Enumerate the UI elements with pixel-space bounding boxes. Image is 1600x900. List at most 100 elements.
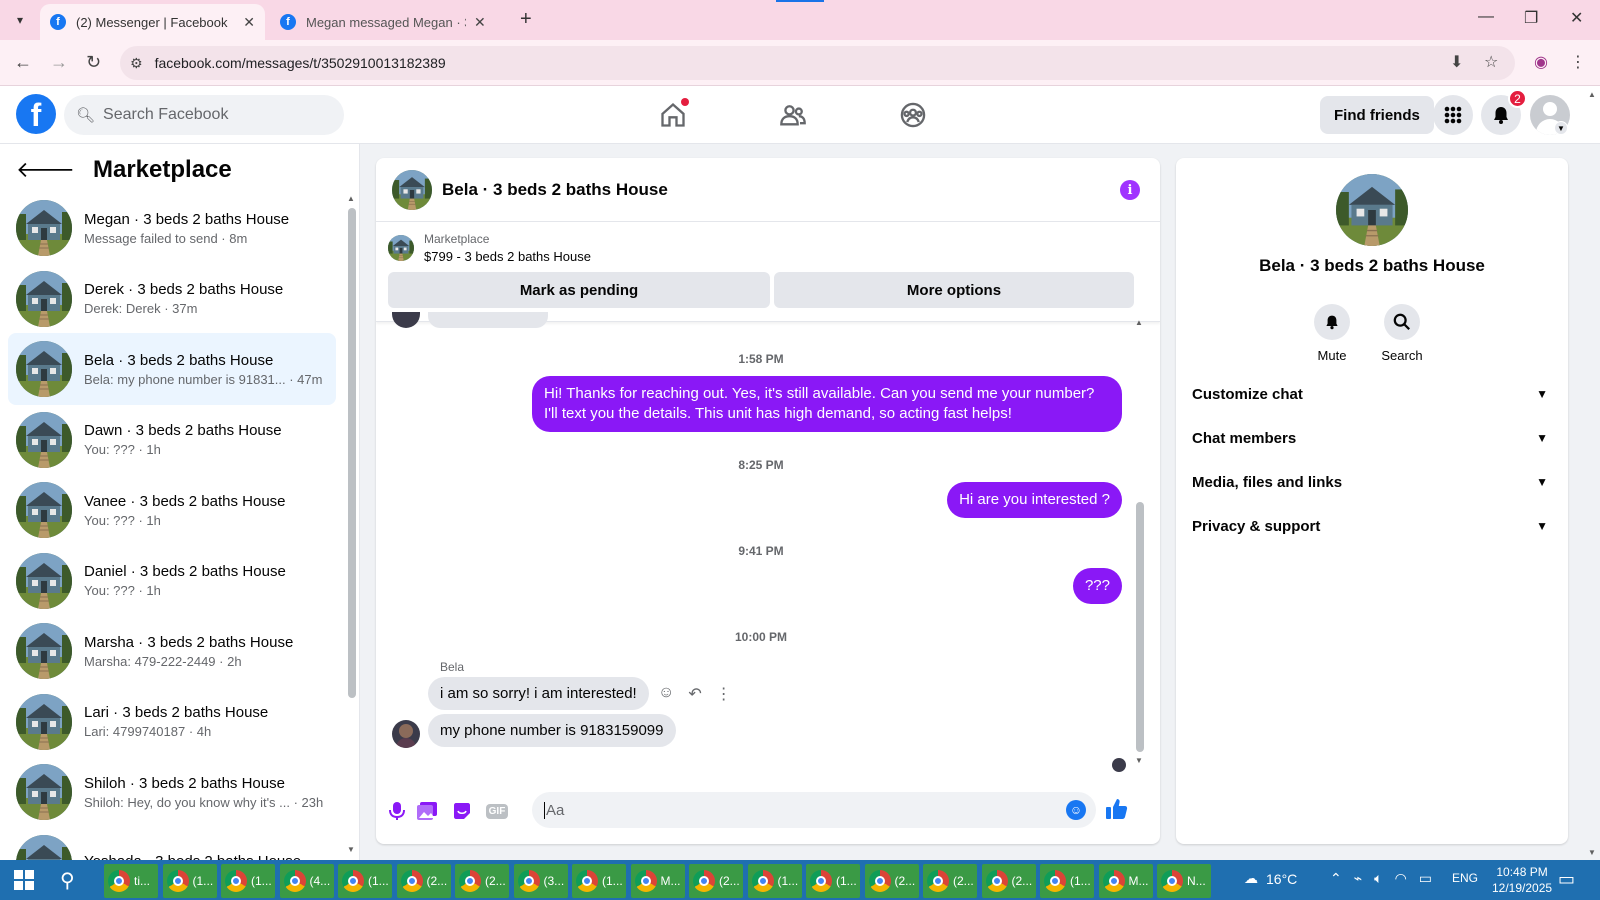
menu-grid-icon[interactable] [1433,95,1473,135]
outgoing-message[interactable]: Hi are you interested ? [947,482,1122,518]
taskbar-chrome-window[interactable]: (2... [864,864,919,898]
more-icon[interactable]: ⋮ [716,684,732,704]
browser-tab-messenger[interactable]: f (2) Messenger | Facebook ✕ [40,4,265,40]
taskbar-chrome-window[interactable]: (4... [279,864,334,898]
tab-search-chevron-icon[interactable]: ▾ [8,8,32,32]
thumbs-up-icon[interactable] [1106,798,1128,826]
wifi-icon[interactable]: ◠ [1395,870,1407,887]
taskbar-chrome-window[interactable]: M... [1098,864,1153,898]
conversation-item[interactable]: Marsha · 3 beds 2 baths House Marsha: 479… [8,615,336,687]
conversation-item[interactable]: Vanee · 3 beds 2 baths House You: ??? · 1… [8,474,336,546]
notifications-bell-icon[interactable]: 2 [1481,89,1527,135]
install-app-icon[interactable]: ⬇ [1450,52,1463,72]
sidebar-scroll-up-icon[interactable]: ▲ [347,194,355,203]
search-in-chat-button[interactable]: Search [1372,304,1432,363]
profile-icon[interactable]: ◉ [1534,52,1548,72]
incoming-message[interactable]: my phone number is 9183159099 [428,714,676,747]
chat-avatar[interactable] [392,169,432,210]
friends-nav-icon[interactable] [775,98,811,132]
react-emoji-icon[interactable]: ☺ [658,684,674,704]
restore-icon[interactable]: ❐ [1524,8,1538,28]
privacy-support-row[interactable]: Privacy & support ▼ [1192,504,1552,548]
conversation-item[interactable]: Yoshada · 3 beds 2 baths House [8,827,336,860]
taskbar-chrome-window[interactable]: (1... [221,864,275,898]
taskbar-chrome-window[interactable]: M... [630,864,685,898]
chat-members-row[interactable]: Chat members ▼ [1192,416,1552,460]
more-options-button[interactable]: More options [774,272,1134,308]
back-icon[interactable]: ← [14,52,32,73]
microphone-icon[interactable] [386,800,408,822]
taskbar-search-icon[interactable]: ⚲ [60,868,75,893]
facebook-logo[interactable]: f [16,94,56,134]
weather-widget[interactable]: ☁ 16°C [1244,870,1297,887]
chat-scroll-up-icon[interactable]: ▲ [1135,318,1143,327]
outgoing-message[interactable]: Hi! Thanks for reaching out. Yes, it's s… [532,376,1122,432]
chat-scroll-down-icon[interactable]: ▼ [1135,756,1143,765]
mark-as-pending-button[interactable]: Mark as pending [388,272,770,308]
minimize-icon[interactable]: — [1478,8,1494,26]
home-nav-icon[interactable] [655,98,691,132]
taskbar-chrome-window[interactable]: ti... [104,864,158,898]
notification-center-icon[interactable]: ▭ [1558,869,1575,890]
chat-scrollbar[interactable] [1136,502,1144,752]
gif-icon[interactable]: GIF [484,800,510,822]
site-info-icon[interactable]: ⚙ [130,55,143,72]
conversation-item[interactable]: Dawn · 3 beds 2 baths House You: ??? · 1h [8,404,336,476]
info-icon[interactable]: i [1120,180,1140,200]
browser-tab-megan[interactable]: f Megan messaged Megan · 3 be ✕ [270,4,500,40]
chevron-down-icon[interactable]: ▼ [1554,121,1568,135]
taskbar-chrome-window[interactable]: (2... [981,864,1036,898]
windows-start-icon[interactable] [14,870,34,890]
new-tab-button[interactable]: + [520,8,532,31]
taskbar-chrome-window[interactable]: (2... [455,864,509,898]
menu-kebab-icon[interactable]: ⋮ [1570,52,1586,72]
find-friends-button[interactable]: Find friends [1320,96,1434,134]
language-indicator[interactable]: ENG [1452,871,1478,885]
network-icon[interactable]: ⌁ [1354,870,1362,887]
close-window-icon[interactable]: ✕ [1570,8,1583,28]
outgoing-message[interactable]: ??? [1072,568,1122,604]
facebook-search-input[interactable]: 🔍︎ Search Facebook [64,95,344,135]
taskbar-chrome-window[interactable]: (1... [572,864,626,898]
taskbar-chrome-window[interactable]: (3... [513,864,568,898]
omnibox[interactable]: ⚙ facebook.com/messages/t/35029100131823… [120,46,1515,80]
listing-summary[interactable]: Marketplace $799 - 3 beds 2 baths House [388,232,591,264]
forward-icon[interactable]: → [50,52,68,73]
taskbar-chrome-window[interactable]: (1... [162,864,217,898]
taskbar-chrome-window[interactable]: (1... [806,864,860,898]
page-scroll-up-icon[interactable]: ▲ [1588,90,1596,99]
bookmark-star-icon[interactable]: ☆ [1484,52,1498,72]
chat-title[interactable]: Bela · 3 beds 2 baths House [442,180,668,200]
reload-icon[interactable]: ↻ [86,52,101,73]
conversation-item[interactable]: Lari · 3 beds 2 baths House Lari: 4799740… [8,686,336,758]
taskbar-chrome-window[interactable]: (1... [1040,864,1094,898]
conversation-item[interactable]: Derek · 3 beds 2 baths House Derek: Derek… [8,263,336,335]
photo-icon[interactable] [416,800,438,822]
conversation-item[interactable]: Daniel · 3 beds 2 baths House You: ??? · … [8,545,336,617]
reply-icon[interactable]: ↶ [688,684,701,704]
url-text[interactable]: facebook.com/messages/t/3502910013182389 [155,55,446,71]
media-files-links-row[interactable]: Media, files and links ▼ [1192,460,1552,504]
taskbar-chrome-window[interactable]: N... [1157,864,1211,898]
back-arrow-icon[interactable]: 🡐 [16,157,75,183]
conversation-item[interactable]: Megan · 3 beds 2 baths House Message fail… [8,192,336,264]
battery-icon[interactable]: ▭ [1419,870,1432,887]
mute-button[interactable]: Mute [1302,304,1362,363]
sidebar-scroll-down-icon[interactable]: ▼ [347,845,355,854]
incoming-message[interactable]: i am so sorry! i am interested! [428,677,649,710]
conversation-item[interactable]: Bela · 3 beds 2 baths House Bela: my phon… [8,333,336,405]
sticker-icon[interactable] [451,800,473,822]
taskbar-chrome-window[interactable]: (2... [689,864,743,898]
volume-icon[interactable]: 🔈︎ [1374,870,1382,887]
message-input[interactable]: Aa ☺ [532,792,1096,828]
taskbar-chrome-window[interactable]: (1... [338,864,392,898]
close-tab-icon[interactable]: ✕ [243,14,255,31]
peer-avatar[interactable] [392,720,420,748]
emoji-icon[interactable]: ☺ [1066,800,1086,820]
taskbar-chrome-window[interactable]: (2... [396,864,451,898]
groups-nav-icon[interactable] [895,98,931,132]
conversation-item[interactable]: Shiloh · 3 beds 2 baths House Shiloh: Hey… [8,756,336,828]
clock[interactable]: 10:48 PM 12/19/2025 [1492,864,1552,896]
taskbar-chrome-window[interactable]: (2... [923,864,977,898]
page-scroll-down-icon[interactable]: ▼ [1588,848,1596,857]
